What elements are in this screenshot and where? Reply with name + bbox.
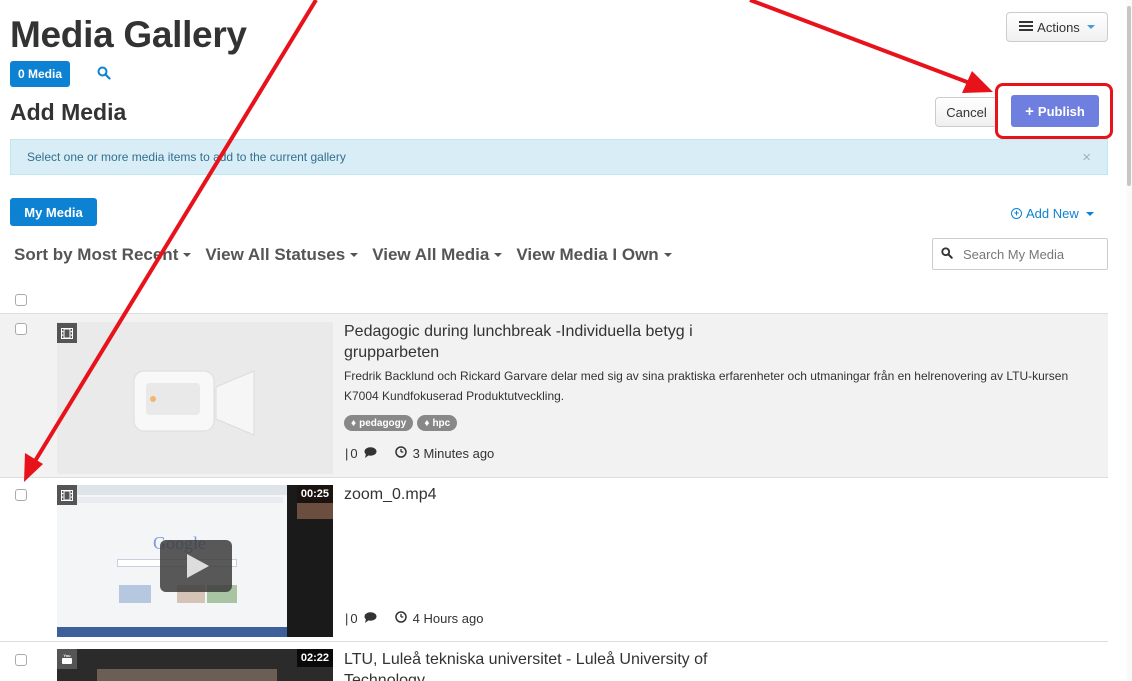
tag-icon: ♦ [424, 417, 430, 429]
comment-count: 0 [350, 446, 358, 461]
chevron-down-icon [183, 253, 192, 257]
media-meta: | 0 4 Hours ago [345, 611, 483, 626]
filter-label: View All Statuses [205, 245, 346, 264]
separator: | [345, 446, 349, 461]
scrollbar-thumb[interactable] [1127, 6, 1131, 186]
media-title[interactable]: LTU, Luleå tekniska universitet - Luleå … [344, 649, 764, 681]
media-row: Pedagogic during lunchbreak -Individuell… [0, 313, 1108, 478]
my-media-button[interactable]: My Media [10, 198, 97, 226]
publish-highlight-box [995, 83, 1113, 139]
chevron-down-icon [350, 253, 359, 257]
media-type-dropdown[interactable]: View All Media [372, 245, 503, 265]
chevron-down-icon [494, 253, 503, 257]
tag-label: pedagogy [359, 417, 407, 429]
upload-time: 4 Hours ago [412, 611, 484, 626]
duration-badge: 02:22 [296, 649, 333, 667]
add-new-button[interactable]: + Add New [1011, 206, 1094, 221]
tag-label: hpc [432, 417, 451, 429]
comment-icon [364, 446, 377, 461]
search-my-media-input[interactable]: Search My Media [932, 238, 1108, 270]
filter-label: View All Media [372, 245, 490, 264]
media-description: Fredrik Backlund och Rickard Garvare del… [344, 369, 1069, 403]
chevron-down-icon [663, 253, 672, 257]
media-meta: | 0 3 Minutes ago [345, 446, 494, 461]
close-icon[interactable]: × [1082, 149, 1091, 166]
select-all-checkbox[interactable] [15, 294, 27, 306]
duration-badge: 00:25 [296, 485, 333, 503]
row-checkbox[interactable] [15, 489, 27, 501]
upload-time: 3 Minutes ago [412, 446, 495, 461]
filter-label: View Media I Own [516, 245, 659, 264]
tag-pedagogy[interactable]: ♦ pedagogy [344, 415, 414, 431]
tag-icon: ♦ [351, 417, 357, 429]
list-icon [1019, 20, 1034, 35]
search-icon [941, 246, 953, 262]
comment-icon [364, 611, 377, 626]
cancel-button[interactable]: Cancel [935, 97, 998, 127]
media-count-button[interactable]: 0 Media [10, 61, 71, 87]
filter-label: Sort by Most Recent [14, 245, 179, 264]
media-row: Google 00:25 zoom_0.mp4 | 0 4 Hours ago [0, 479, 1108, 642]
sort-dropdown[interactable]: Sort by Most Recent [14, 245, 192, 265]
info-message: Select one or more media items to add to… [27, 150, 346, 164]
status-dropdown[interactable]: View All Statuses [205, 245, 359, 265]
filter-bar: Sort by Most Recent View All Statuses Vi… [14, 245, 672, 265]
circle-plus-icon: + [1011, 208, 1022, 219]
search-placeholder: Search My Media [963, 246, 1065, 262]
svg-text:You: You [63, 653, 71, 658]
media-thumbnail[interactable] [57, 322, 333, 474]
info-alert: Select one or more media items to add to… [10, 139, 1108, 175]
tag-hpc[interactable]: ♦ hpc [417, 415, 458, 431]
media-title[interactable]: Pedagogic during lunchbreak -Individuell… [344, 321, 764, 363]
youtube-icon: You [57, 649, 77, 669]
tag-list: ♦ pedagogy ♦ hpc [344, 415, 458, 431]
separator: | [345, 611, 349, 626]
play-button[interactable] [160, 540, 232, 592]
film-icon [57, 323, 77, 343]
owner-dropdown[interactable]: View Media I Own [516, 245, 672, 265]
add-new-label: Add New [1026, 206, 1079, 221]
comment-count: 0 [350, 611, 358, 626]
page-title: Media Gallery [10, 14, 247, 55]
media-thumbnail[interactable]: Google 00:25 [57, 485, 333, 637]
film-icon [57, 485, 77, 505]
media-thumbnail[interactable]: 02:22 [57, 649, 333, 681]
video-camera-icon [133, 370, 255, 436]
media-title[interactable]: zoom_0.mp4 [344, 484, 764, 505]
clock-icon [394, 611, 407, 626]
actions-button[interactable]: Actions [1006, 12, 1108, 42]
clock-icon [394, 446, 407, 461]
actions-label: Actions [1037, 19, 1080, 35]
row-checkbox[interactable] [15, 654, 27, 666]
search-icon[interactable] [97, 66, 113, 82]
row-checkbox[interactable] [15, 323, 27, 335]
chevron-down-icon [1085, 211, 1094, 216]
media-row: 02:22 You LTU, Luleå tekniska universite… [0, 643, 1108, 681]
add-media-title: Add Media [10, 99, 127, 125]
chevron-down-icon [1086, 25, 1095, 29]
